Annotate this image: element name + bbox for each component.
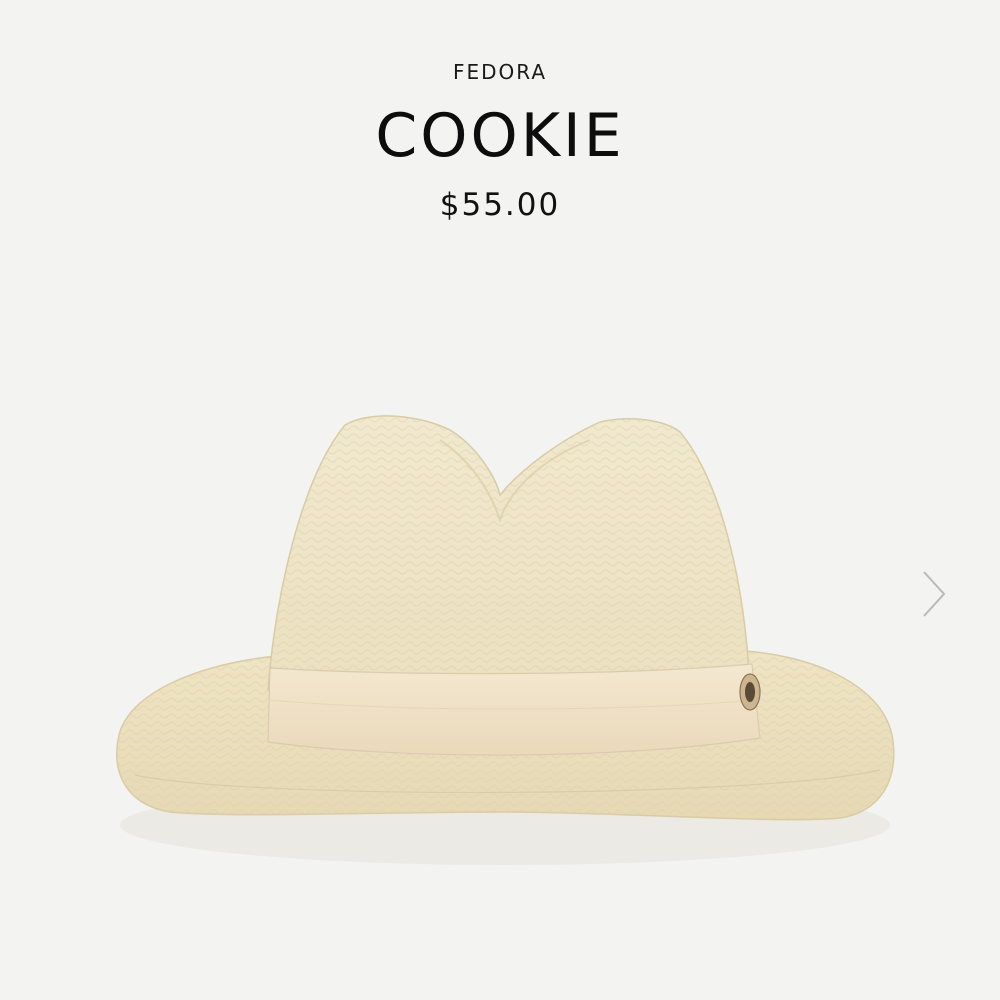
gallery-next-button[interactable] xyxy=(912,566,956,622)
product-image xyxy=(0,250,1000,1000)
product-page: FEDORA COOKIE $55.00 xyxy=(0,0,1000,1000)
product-category: FEDORA xyxy=(452,60,548,84)
hat-band xyxy=(267,663,761,756)
product-title: COOKIE xyxy=(375,101,625,171)
chevron-right-icon xyxy=(923,571,946,617)
product-price: $55.00 xyxy=(439,187,561,223)
fedora-hat-image xyxy=(116,415,895,865)
